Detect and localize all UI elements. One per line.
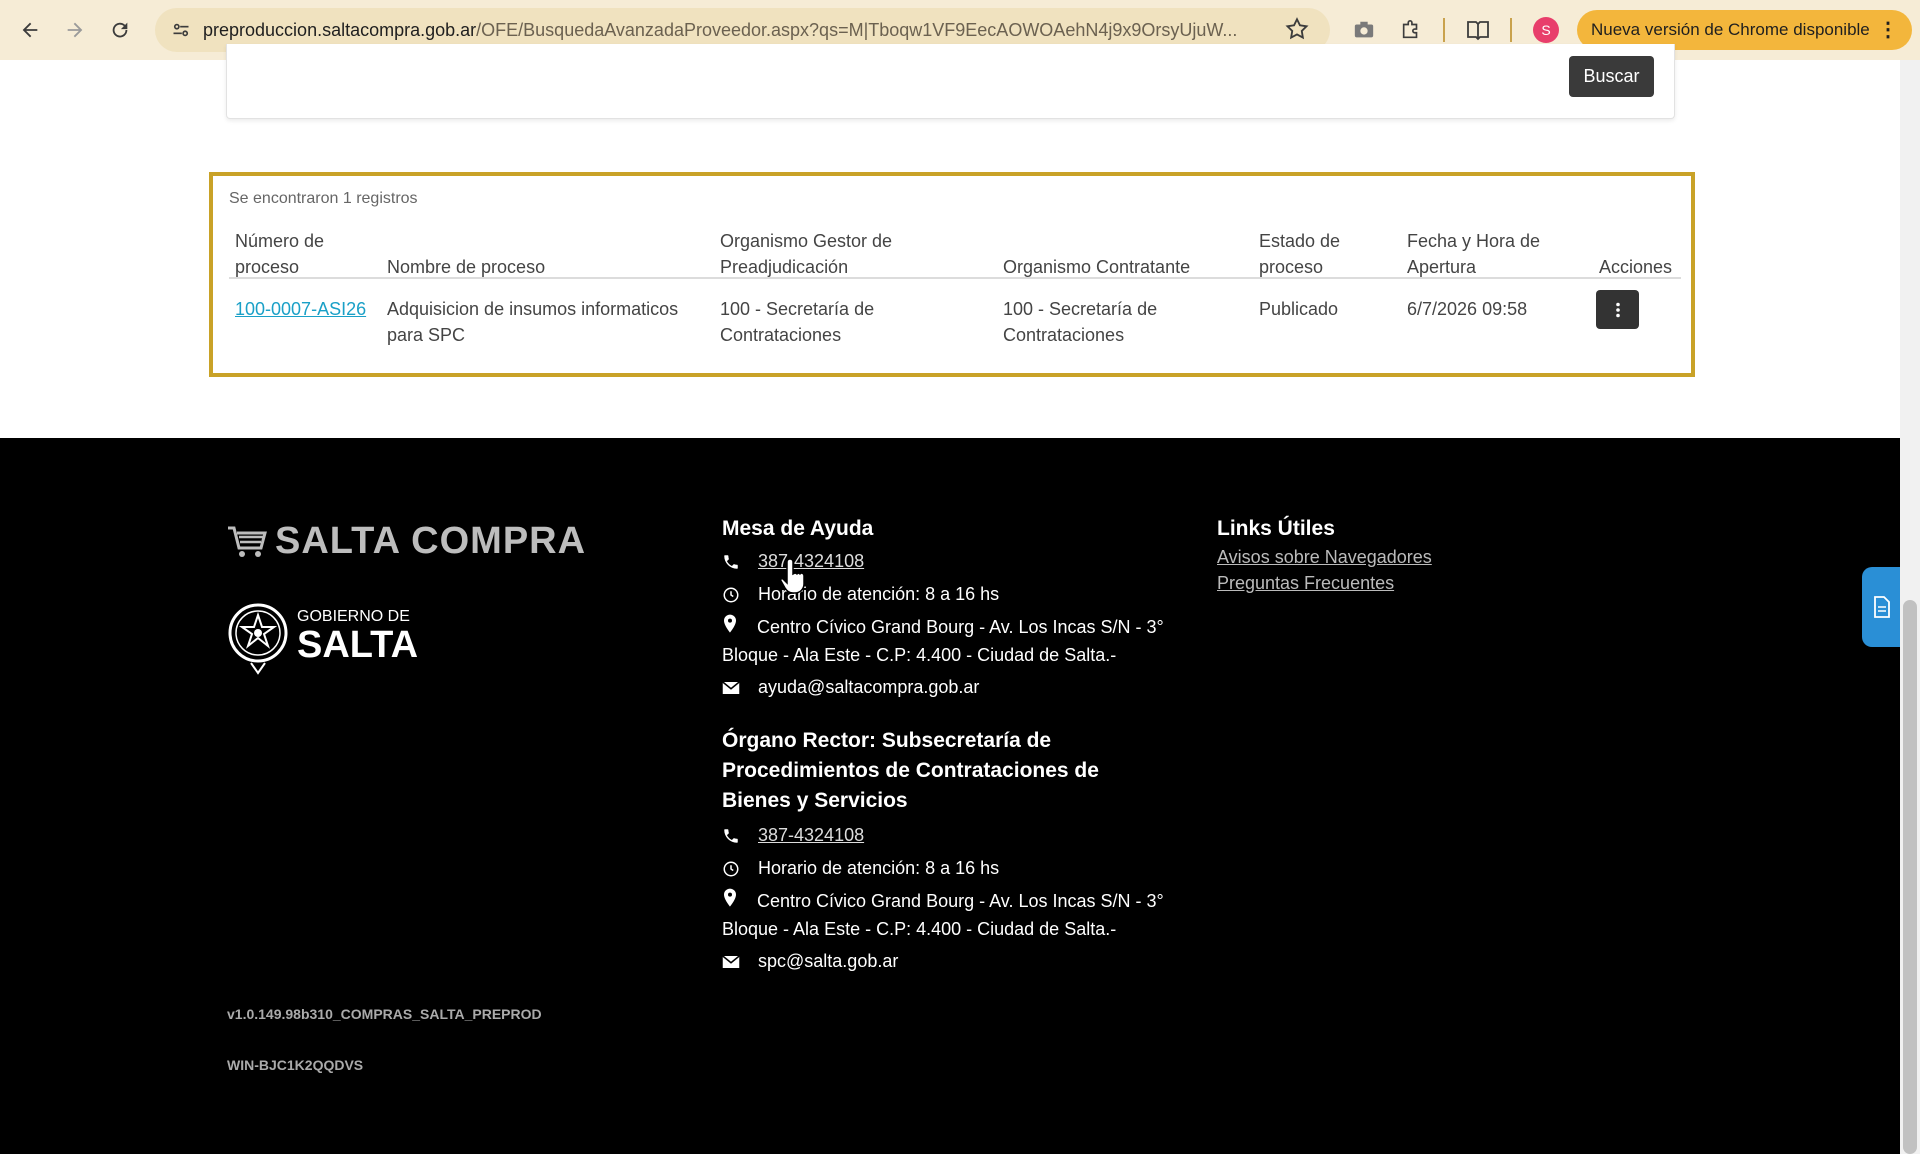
- cart-icon: [228, 526, 267, 557]
- location-pin-icon: [722, 614, 752, 642]
- mesa-address-row: Centro Cívico Grand Bourg - Av. Los Inca…: [722, 614, 1192, 669]
- phone-icon: [722, 548, 748, 575]
- hand-cursor-icon: [780, 558, 805, 594]
- salta-compra-logo: SALTA COMPRA: [227, 520, 586, 563]
- profile-avatar[interactable]: S: [1533, 17, 1559, 43]
- header-acciones: Acciones: [1599, 257, 1673, 277]
- header-nombre: Nombre de proceso: [387, 257, 546, 277]
- phone-icon: [722, 822, 748, 849]
- organo-email: spc@salta.gob.ar: [758, 951, 899, 971]
- forward-icon[interactable]: [59, 14, 91, 46]
- organo-phone-link[interactable]: 387-4324108: [758, 822, 864, 849]
- more-vert-icon[interactable]: ⋮: [1878, 17, 1898, 42]
- mesa-email: ayuda@saltacompra.gob.ar: [758, 677, 980, 697]
- results-count: Se encontraron 1 registros: [229, 190, 418, 207]
- process-estado: Publicado: [1259, 299, 1339, 319]
- links-utiles-title: Links Útiles: [1217, 517, 1335, 540]
- process-gestor: 100 - Secretaría de Contrataciones: [720, 299, 875, 345]
- host-text: WIN-BJC1K2QQDVS: [227, 1057, 364, 1073]
- link-avisos-navegadores[interactable]: Avisos sobre Navegadores: [1217, 544, 1432, 570]
- organo-phone-row: 387-4324108: [722, 822, 864, 849]
- search-button[interactable]: Buscar: [1569, 56, 1654, 97]
- scrollbar-thumb[interactable]: [1903, 600, 1917, 1154]
- mesa-email-row: ayuda@saltacompra.gob.ar: [722, 674, 979, 701]
- header-estado: Estado de proceso: [1259, 231, 1341, 277]
- organo-hours-row: Horario de atención: 8 a 16 hs: [722, 855, 999, 882]
- more-vert-icon: [1615, 302, 1620, 317]
- document-icon: [1874, 596, 1890, 618]
- back-icon[interactable]: [14, 14, 46, 46]
- organo-address-row: Centro Cívico Grand Bourg - Av. Los Inca…: [722, 888, 1192, 943]
- header-numero: Número de proceso: [235, 231, 325, 277]
- mail-icon: [722, 948, 748, 975]
- organo-address: Centro Cívico Grand Bourg - Av. Los Inca…: [722, 891, 1164, 940]
- organo-hours: Horario de atención: 8 a 16 hs: [758, 858, 1000, 878]
- mesa-hours-row: Horario de atención: 8 a 16 hs: [722, 581, 999, 608]
- header-fecha: Fecha y Hora de Apertura: [1407, 231, 1541, 277]
- mesa-address: Centro Cívico Grand Bourg - Av. Los Inca…: [722, 617, 1164, 666]
- url-path: /OFE/BusquedaAvanzadaProveedor.aspx?qs=M…: [476, 19, 1238, 40]
- organo-rector-title: Órgano Rector: Subsecretaría de Procedim…: [722, 729, 1099, 812]
- header-contratante: Organismo Contratante: [1003, 257, 1191, 277]
- process-number-link[interactable]: 100-0007-ASI26: [235, 296, 366, 322]
- camera-icon[interactable]: [1350, 16, 1378, 44]
- salta-seal-icon: [228, 603, 288, 675]
- logo-text: SALTA COMPRA: [275, 520, 587, 562]
- site-settings-icon[interactable]: [167, 16, 195, 44]
- header-gestor: Organismo Gestor de Preadjudicación: [720, 231, 893, 277]
- site-footer: SALTA COMPRA GOBIERNO DE SALTA Mesa de A…: [0, 438, 1900, 1154]
- reload-icon[interactable]: [104, 14, 136, 46]
- clock-icon: [722, 581, 748, 608]
- gobierno-salta-logo: GOBIERNO DE SALTA: [227, 595, 418, 677]
- process-contratante: 100 - Secretaría de Contrataciones: [1003, 299, 1158, 345]
- reading-list-icon[interactable]: [1464, 16, 1492, 44]
- search-panel: [226, 44, 1675, 119]
- toolbar-separator: [1510, 18, 1512, 42]
- organo-email-row: spc@salta.gob.ar: [722, 948, 898, 975]
- chrome-update-label: Nueva versión de Chrome disponible: [1591, 20, 1870, 39]
- url-host: preproduccion.saltacompra.gob.ar: [203, 19, 477, 40]
- mail-icon: [722, 674, 748, 701]
- bookmark-star-icon[interactable]: [1284, 16, 1312, 44]
- mesa-ayuda-title: Mesa de Ayuda: [722, 517, 874, 540]
- url-text: preproduccion.saltacompra.gob.ar/OFE/Bus…: [203, 20, 1273, 41]
- salta-text: SALTA: [297, 624, 419, 666]
- results-table-header: Número de proceso Nombre de proceso Orga…: [229, 228, 1681, 279]
- extensions-icon[interactable]: [1397, 16, 1425, 44]
- clock-icon: [722, 855, 748, 882]
- toolbar-separator: [1443, 18, 1445, 42]
- process-fecha: 6/7/2026 09:58: [1407, 299, 1528, 319]
- row-actions-button[interactable]: [1596, 290, 1639, 329]
- side-document-tab[interactable]: [1862, 567, 1902, 647]
- location-pin-icon: [722, 888, 752, 916]
- results-panel: Se encontraron 1 registros Número de pro…: [209, 172, 1695, 377]
- link-preguntas-frecuentes[interactable]: Preguntas Frecuentes: [1217, 570, 1394, 596]
- version-text: v1.0.149.98b310_COMPRAS_SALTA_PREPROD: [227, 1006, 542, 1022]
- process-name: Adquisicion de insumos informaticos para…: [387, 299, 679, 345]
